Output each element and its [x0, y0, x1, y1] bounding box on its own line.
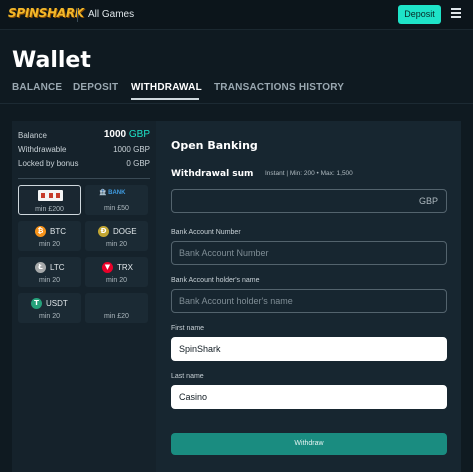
method-name: TRX	[117, 263, 133, 272]
locked-value: 0 GBP	[126, 159, 150, 168]
bank-transfer-logo-icon: 🏦 BANK	[99, 190, 126, 196]
method-title: Open Banking	[171, 139, 258, 152]
balance-currency: GBP	[128, 129, 150, 140]
tab-transactions-history[interactable]: TRANSACTIONS HISTORY	[214, 82, 344, 93]
method-min: min 20	[105, 241, 127, 248]
ltc-icon: Ł	[35, 262, 46, 273]
active-tab-underline	[131, 98, 199, 100]
balance-row: Balance 1000 GBP	[18, 129, 150, 140]
method-usdt[interactable]: T USDT min 20	[18, 293, 81, 323]
withdrawable-value: 1000 GBP	[113, 145, 150, 154]
usdt-icon: T	[31, 298, 42, 309]
method-bank-transfer[interactable]: 🏦 BANK min £50	[85, 185, 148, 215]
locked-label: Locked by bonus	[18, 159, 79, 168]
method-min: min 20	[105, 277, 127, 284]
method-open-banking[interactable]: min £200	[18, 185, 81, 215]
wallet-sidebar: Balance 1000 GBP Withdrawable 1000 GBP L…	[12, 121, 156, 472]
btc-icon: ₿	[35, 226, 46, 237]
first-name-label: First name	[171, 325, 205, 332]
balance-value: 1000 GBP	[104, 129, 150, 140]
first-name-input[interactable]: SpinShark	[171, 337, 447, 361]
tab-deposit[interactable]: DEPOSIT	[73, 82, 118, 93]
all-games-link[interactable]: All Games	[88, 9, 134, 20]
method-name: USDT	[46, 299, 68, 308]
trx-icon: ▼	[102, 262, 113, 273]
tab-balance[interactable]: BALANCE	[12, 82, 62, 93]
method-min: min £200	[35, 206, 64, 213]
last-name-input[interactable]: Casino	[171, 385, 447, 409]
method-min: min 20	[38, 241, 60, 248]
method-trx[interactable]: ▼ TRX min 20	[85, 257, 148, 287]
tab-withdrawal[interactable]: WITHDRAWAL	[131, 82, 202, 93]
holder-name-label: Bank Account holder's name	[171, 277, 260, 284]
spinshark-logo[interactable]: SPINSHARK	[8, 6, 84, 20]
currency-suffix: GBP	[418, 196, 438, 206]
withdraw-button[interactable]: Withdraw	[171, 433, 447, 455]
method-min: min 20	[38, 313, 60, 320]
open-banking-logo-icon	[38, 190, 63, 201]
balance-divider	[18, 178, 150, 179]
method-min: min £50	[104, 205, 129, 212]
method-min: min 20	[38, 277, 60, 284]
method-btc[interactable]: ₿ BTC min 20	[18, 221, 81, 251]
account-number-label: Bank Account Number	[171, 229, 241, 236]
account-number-input[interactable]: Bank Account Number	[171, 241, 447, 265]
method-min: min £20	[104, 313, 129, 320]
holder-name-input[interactable]: Bank Account holder's name	[171, 289, 447, 313]
withdrawable-label: Withdrawable	[18, 145, 67, 154]
hamburger-menu-icon[interactable]	[451, 8, 461, 18]
locked-row: Locked by bonus 0 GBP	[18, 159, 150, 168]
page-title: Wallet	[12, 48, 91, 73]
method-name: BTC	[50, 227, 66, 236]
withdrawal-form-panel: Open Banking Withdrawal sum Instant | Mi…	[156, 121, 461, 472]
withdrawal-sum-title: Withdrawal sum	[171, 169, 254, 179]
method-other[interactable]: min £20	[85, 293, 148, 323]
balance-label: Balance	[18, 131, 47, 140]
last-name-label: Last name	[171, 373, 204, 380]
last-name-value: Casino	[179, 392, 208, 402]
withdrawal-amount-input[interactable]: GBP	[171, 189, 447, 213]
withdrawable-row: Withdrawable 1000 GBP	[18, 145, 150, 154]
header-divider	[77, 8, 78, 22]
first-name-value: SpinShark	[179, 344, 221, 354]
method-name: LTC	[50, 263, 65, 272]
method-name: DOGE	[113, 227, 137, 236]
tabs-divider	[0, 103, 473, 104]
method-ltc[interactable]: Ł LTC min 20	[18, 257, 81, 287]
method-doge[interactable]: Ð DOGE min 20	[85, 221, 148, 251]
holder-name-placeholder: Bank Account holder's name	[179, 296, 293, 306]
doge-icon: Ð	[98, 226, 109, 237]
account-number-placeholder: Bank Account Number	[179, 248, 269, 258]
balance-amount: 1000	[103, 129, 127, 140]
deposit-button[interactable]: Deposit	[398, 5, 441, 24]
withdrawal-limits-note: Instant | Min: 200 • Max: 1,500	[265, 170, 353, 177]
top-bar: SPINSHARK All Games Deposit	[0, 0, 473, 30]
